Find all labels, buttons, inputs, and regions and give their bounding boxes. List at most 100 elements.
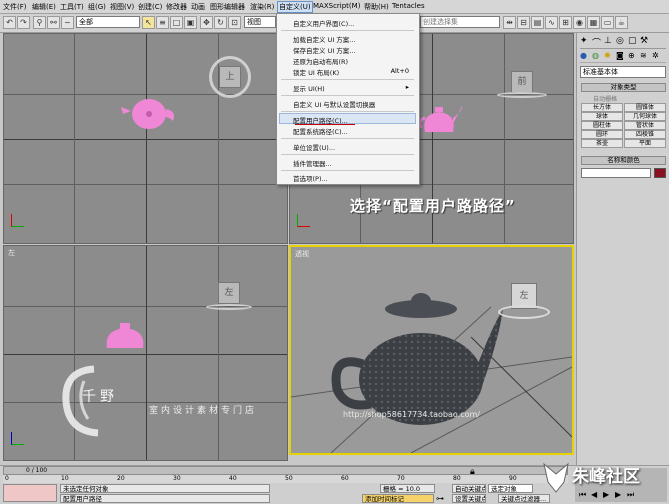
viewport-label[interactable]: 左 <box>8 248 15 258</box>
reference-coordinate-select[interactable]: 视图 <box>244 16 276 28</box>
bind-space-warp-icon[interactable]: ~ <box>61 16 74 29</box>
redo-icon[interactable]: ↷ <box>17 16 30 29</box>
motion-tab-icon[interactable]: ◎ <box>616 36 624 46</box>
menu-item-customize-ui[interactable]: 自定义用户界面(C)... <box>293 18 354 28</box>
select-scale-icon[interactable]: ⊡ <box>228 16 241 29</box>
menu-item-ui-defaults-switcher[interactable]: 自定义 UI 与默认设置切换器 <box>293 99 375 109</box>
rollout-object-type[interactable]: 对象类型 <box>581 83 666 92</box>
menu-help[interactable]: 帮助(H) <box>364 2 389 12</box>
box-button[interactable]: 长方体 <box>581 103 623 112</box>
utilities-tab-icon[interactable]: ⚒ <box>640 36 648 46</box>
layer-manager-icon[interactable]: ▤ <box>531 16 544 29</box>
set-key-button[interactable]: 设置关键点 <box>452 494 486 503</box>
teapot-button[interactable]: 茶壶 <box>581 139 623 148</box>
viewport-perspective[interactable]: 透视 左 http://shop58617734.taobao.com/ <box>289 245 574 455</box>
named-selection-sets-select[interactable]: 创建选择集 <box>420 16 500 28</box>
rectangular-selection-icon[interactable]: □ <box>170 16 183 29</box>
select-by-name-icon[interactable]: ≡ <box>156 16 169 29</box>
menu-item-save-ui-scheme[interactable]: 保存自定义 UI 方案... <box>293 45 356 55</box>
schematic-view-icon[interactable]: ⊞ <box>559 16 572 29</box>
menu-views[interactable]: 视图(V) <box>110 2 134 12</box>
menu-item-plugin-manager[interactable]: 插件管理器... <box>293 158 332 168</box>
menu-rendering[interactable]: 渲染(R) <box>250 2 274 12</box>
key-selection-select[interactable]: 选定对象 <box>488 484 533 493</box>
viewport-left[interactable]: 左 左 千野 室内设计素材专门店 <box>3 245 288 461</box>
systems-icon[interactable]: ✲ <box>652 51 659 60</box>
window-crossing-icon[interactable]: ▣ <box>184 16 197 29</box>
maxscript-listener[interactable] <box>3 484 57 502</box>
create-tab-icon[interactable]: ✦ <box>580 36 588 46</box>
display-tab-icon[interactable]: ▢ <box>628 36 637 46</box>
cylinder-button[interactable]: 圆柱体 <box>581 121 623 130</box>
pyramid-button[interactable]: 四棱锥 <box>624 130 666 139</box>
render-production-icon[interactable]: ☕ <box>615 16 628 29</box>
selection-filter-select[interactable]: 全部 <box>76 16 140 28</box>
lock-selection-icon[interactable]: 🔒︎ <box>470 467 475 477</box>
link-icon[interactable]: ⚲ <box>33 16 46 29</box>
object-category-select[interactable]: 标准基本体 <box>580 66 666 78</box>
menu-customize[interactable]: 自定义(U) <box>277 1 313 13</box>
viewcube-ring[interactable] <box>497 92 547 98</box>
geometry-icon[interactable]: ● <box>580 51 587 60</box>
menu-item-revert-startup-layout[interactable]: 还原为启动布局(R) <box>293 56 348 66</box>
key-mode-icon[interactable]: ⊶ <box>436 494 444 503</box>
align-icon[interactable]: ⊟ <box>517 16 530 29</box>
teapot-top-view[interactable] <box>119 97 179 131</box>
menu-item-configure-system-paths[interactable]: 配置系统路径(C)... <box>293 126 348 136</box>
viewport-top[interactable]: 上 <box>3 33 288 244</box>
modify-tab-icon[interactable]: ⌒ <box>592 36 601 49</box>
select-rotate-icon[interactable]: ↻ <box>214 16 227 29</box>
menu-item-show-ui[interactable]: 显示 UI(H) <box>293 83 325 93</box>
undo-icon[interactable]: ↶ <box>3 16 16 29</box>
teapot-left-view[interactable] <box>102 322 148 350</box>
viewcube-front[interactable]: 前 <box>511 71 533 93</box>
cone-button[interactable]: 圆锥体 <box>624 103 666 112</box>
menu-file[interactable]: 文件(F) <box>3 2 27 12</box>
select-move-icon[interactable]: ✥ <box>200 16 213 29</box>
render-setup-icon[interactable]: ▦ <box>587 16 600 29</box>
unlink-icon[interactable]: ⚯ <box>47 16 60 29</box>
lights-icon[interactable]: ✺ <box>604 51 611 60</box>
time-slider[interactable]: 0 / 100 <box>3 466 568 475</box>
menu-item-preferences[interactable]: 首选项(P)... <box>293 173 328 183</box>
menu-item-load-ui-scheme[interactable]: 加载自定义 UI 方案... <box>293 34 356 44</box>
menu-animation[interactable]: 动画 <box>191 2 205 12</box>
object-name-field[interactable] <box>581 168 651 178</box>
add-time-tag-button[interactable]: 添加时间标记 <box>362 494 434 503</box>
material-editor-icon[interactable]: ◉ <box>573 16 586 29</box>
helpers-icon[interactable]: ⊕ <box>628 51 635 60</box>
menu-edit[interactable]: 编辑(E) <box>32 2 56 12</box>
teapot-perspective[interactable] <box>331 279 511 429</box>
sphere-button[interactable]: 球体 <box>581 112 623 121</box>
menu-maxscript[interactable]: MAXScript(M) <box>313 2 360 10</box>
rendered-frame-icon[interactable]: ▭ <box>601 16 614 29</box>
object-color-swatch[interactable] <box>654 168 666 178</box>
track-bar[interactable]: 0 10 20 30 40 50 60 70 80 90 100 <box>3 475 568 483</box>
plane-button[interactable]: 平面 <box>624 139 666 148</box>
viewcube-ring[interactable] <box>206 304 252 310</box>
menu-item-units-setup[interactable]: 单位设置(U)... <box>293 142 335 152</box>
geosphere-button[interactable]: 几何球体 <box>624 112 666 121</box>
autogrid-checkbox[interactable]: 自动栅格 <box>593 94 617 103</box>
mirror-icon[interactable]: ⇹ <box>503 16 516 29</box>
spacewarps-icon[interactable]: ≋ <box>640 51 647 60</box>
cameras-icon[interactable]: ◙ <box>616 51 624 60</box>
rollout-name-color[interactable]: 名称和颜色 <box>581 156 666 165</box>
select-object-icon[interactable]: ↖ <box>142 16 155 29</box>
torus-button[interactable]: 圆环 <box>581 130 623 139</box>
shapes-icon[interactable]: ◍ <box>592 51 599 60</box>
hierarchy-tab-icon[interactable]: ⊥ <box>604 36 612 46</box>
menu-tools[interactable]: 工具(T) <box>60 2 84 12</box>
tube-button[interactable]: 管状体 <box>624 121 666 130</box>
menu-tentacles[interactable]: Tentacles <box>392 2 425 10</box>
menu-create[interactable]: 创建(C) <box>138 2 162 12</box>
teapot-front-view[interactable] <box>415 104 465 136</box>
curve-editor-icon[interactable]: ∿ <box>545 16 558 29</box>
viewcube-ring[interactable] <box>498 305 550 319</box>
auto-key-button[interactable]: 自动关键点 <box>452 484 486 493</box>
viewcube-left[interactable]: 左 <box>218 282 240 304</box>
menu-modifiers[interactable]: 修改器 <box>166 2 187 12</box>
menu-group[interactable]: 组(G) <box>88 2 106 12</box>
viewcube-top[interactable]: 上 <box>219 66 241 88</box>
menu-graph-editors[interactable]: 图形编辑器 <box>210 2 245 12</box>
